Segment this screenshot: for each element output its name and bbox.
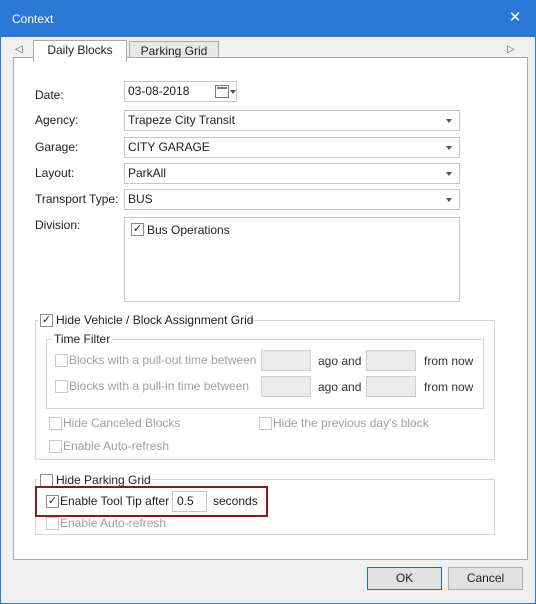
pullin-from-now: from now (424, 380, 474, 394)
division-item-checkbox[interactable]: ✓ (131, 223, 144, 236)
highlight-box (35, 486, 268, 517)
division-label: Division: (35, 218, 81, 232)
date-value: 03-08-2018 (128, 84, 190, 98)
pullout-label: Blocks with a pull-out time between (69, 353, 257, 367)
hide-parking-grid-label: Hide Parking Grid (56, 473, 151, 487)
calendar-icon[interactable] (215, 85, 229, 98)
pullin-from-now-input (366, 376, 416, 397)
pullout-from-now-input (366, 350, 416, 371)
tab-scroll-left-icon[interactable]: ◁ (15, 44, 23, 55)
pullin-ago-and: ago and (318, 380, 362, 394)
context-dialog: Context ✕ ◁ ▷ Daily Blocks Parking Grid … (0, 0, 536, 604)
hide-vehicle-grid-checkbox[interactable]: ✓ (40, 314, 53, 327)
tab-scroll-right-icon[interactable]: ▷ (507, 44, 515, 55)
date-picker[interactable]: 03-08-2018 (124, 81, 237, 102)
hide-canceled-checkbox (49, 417, 62, 430)
cancel-button[interactable]: Cancel (448, 567, 523, 590)
transport-type-select[interactable]: BUS (124, 189, 460, 210)
hide-prev-day-checkbox (259, 417, 272, 430)
pullin-checkbox (55, 380, 68, 393)
layout-select[interactable]: ParkAll (124, 163, 460, 184)
hide-canceled-label: Hide Canceled Blocks (63, 416, 181, 430)
transport-type-value: BUS (128, 192, 153, 206)
hide-vehicle-grid-row[interactable]: ✓ Hide Vehicle / Block Assignment Grid (38, 312, 253, 328)
tab-daily-blocks[interactable]: Daily Blocks (33, 40, 127, 62)
pullout-checkbox (55, 354, 68, 367)
hide-prev-day-label: Hide the previous day's block (273, 416, 429, 430)
division-item-label: Bus Operations (147, 223, 230, 237)
pullout-ago-and: ago and (318, 354, 362, 368)
pullin-ago-input (261, 376, 311, 397)
date-label: Date: (35, 88, 64, 102)
agency-value: Trapeze City Transit (128, 113, 235, 127)
pullout-from-now: from now (424, 354, 474, 368)
layout-label: Layout: (35, 166, 75, 180)
parking-auto-refresh-label: Enable Auto-refresh (60, 516, 167, 530)
division-list[interactable]: ✓ Bus Operations (124, 217, 460, 302)
daily-blocks-panel: Date: 03-08-2018 Agency: Trapeze City Tr… (13, 57, 528, 560)
parking-auto-refresh-checkbox (46, 517, 59, 530)
garage-select[interactable]: CITY GARAGE (124, 137, 460, 158)
vehicle-auto-refresh-checkbox (49, 440, 62, 453)
ok-button[interactable]: OK (367, 567, 442, 590)
time-filter-label: Time Filter (52, 332, 113, 346)
garage-value: CITY GARAGE (128, 140, 210, 154)
pullout-ago-input (261, 350, 311, 371)
vehicle-auto-refresh-label: Enable Auto-refresh (63, 439, 170, 453)
pullin-label: Blocks with a pull-in time between (69, 379, 250, 393)
hide-vehicle-grid-label: Hide Vehicle / Block Assignment Grid (56, 313, 254, 327)
layout-value: ParkAll (128, 166, 167, 180)
garage-label: Garage: (35, 140, 79, 154)
transport-type-label: Transport Type: (35, 192, 119, 206)
title-bar[interactable]: Context ✕ (1, 1, 535, 37)
agency-label: Agency: (35, 113, 79, 127)
agency-select[interactable]: Trapeze City Transit (124, 110, 460, 131)
window-title: Context (12, 12, 54, 26)
close-icon[interactable]: ✕ (506, 9, 524, 27)
chevron-down-icon[interactable] (230, 90, 236, 94)
